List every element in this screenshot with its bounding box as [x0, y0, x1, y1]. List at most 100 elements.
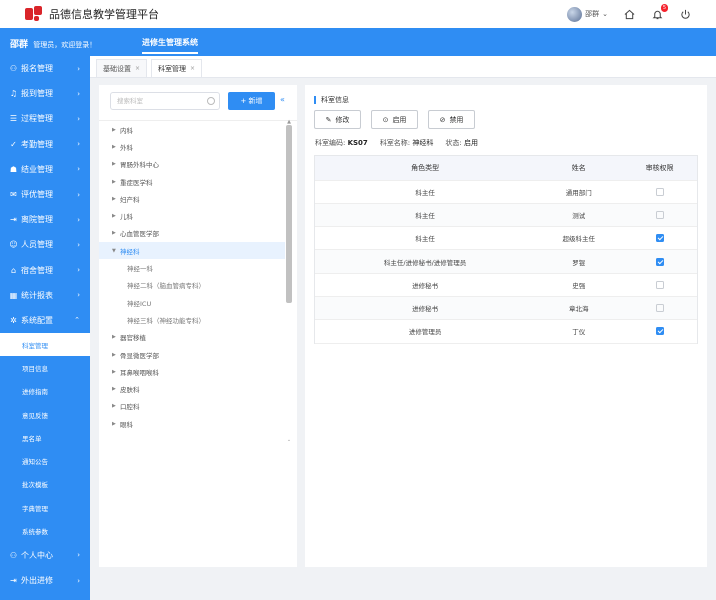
department-info-panel: 科室信息 ✎ 修改 ⊙ 启用 ⊘ 禁用 科室编码: KS07 科室名称: 神经科… [305, 85, 707, 567]
sidebar-item[interactable]: ▦ 统计报表 › [0, 283, 90, 308]
name-cell: 罗锟 [535, 249, 623, 274]
permission-cell [622, 249, 697, 274]
sidebar-item-label: 离院管理 [21, 215, 53, 225]
sidebar-item[interactable]: ✲ 系统配置 ⌃ [0, 308, 90, 333]
tree-node[interactable]: ▶ 内科 [99, 121, 285, 138]
sidebar-item[interactable]: ♫ 报到管理 › [0, 81, 90, 106]
sidebar-item[interactable]: ⇥ 离院管理 › [0, 207, 90, 232]
tree-leaf[interactable]: 神经二科（脑血管病专科） [99, 277, 285, 294]
notification-bell-icon[interactable]: 5 [650, 4, 668, 21]
permission-checkbox[interactable] [655, 280, 664, 289]
tab-department-management[interactable]: 科室管理 × [151, 59, 203, 77]
sidebar-subitem[interactable]: 意见反馈 [0, 403, 90, 426]
role-cell: 科主任 [315, 180, 536, 204]
tree-leaf[interactable]: 神经一科 [99, 259, 285, 276]
permission-checkbox[interactable] [655, 234, 664, 243]
scrollbar-thumb[interactable] [286, 125, 292, 303]
tree-node[interactable]: ▶ 重症医学科 [99, 173, 285, 190]
permission-checkbox[interactable] [655, 304, 664, 313]
sidebar-item[interactable]: ⚇ 报名管理 › [0, 56, 90, 81]
sidebar-subitem[interactable]: 系统参数 [0, 519, 90, 542]
enable-button[interactable]: ⊙ 启用 [371, 110, 418, 129]
department-tree: ▶ 内科 ▶ 外科 ▶ 胃肠外科中心 ▶ 重症医学科 ▶ 妇产科 ▶ 儿科 ▶ 心血管医学部 ▼ 神经科 神经一… [99, 121, 285, 432]
caret-right-icon: ▶ [112, 230, 116, 237]
sidebar-item[interactable]: ✉ 评优管理 › [0, 182, 90, 207]
sidebar-subitem[interactable]: 黑名单 [0, 426, 90, 449]
sidebar-item[interactable]: ⚇ 个人中心 › [0, 543, 90, 568]
sidebar-subitem[interactable]: 批次模板 [0, 473, 90, 496]
tree-node-label: 口腔科 [120, 403, 140, 412]
app-title: 品德信息教学管理平台 [49, 8, 159, 21]
tree-node[interactable]: ▶ 皮肤科 [99, 380, 285, 397]
sidebar-item[interactable]: ☰ 过程管理 › [0, 106, 90, 131]
table-row: 科主任 测试 [315, 203, 697, 228]
role-cell: 科主任/进修秘书/进修管理员 [315, 249, 536, 274]
close-icon[interactable]: × [190, 65, 195, 72]
chevron-right-icon: › [77, 266, 80, 275]
sidebar-subitem[interactable]: 通知公告 [0, 450, 90, 473]
tree-leaf[interactable]: 神经ICU [99, 294, 285, 311]
add-button[interactable]: + 新增 [228, 92, 275, 110]
scrollbar[interactable]: ▲ ⌄ [285, 119, 293, 443]
disable-button[interactable]: ⊘ 禁用 [428, 110, 475, 129]
user-name: 邵群 [585, 10, 600, 18]
name-cell: 史强 [535, 273, 623, 297]
system-tab[interactable]: 进修生管理系统 [142, 37, 198, 54]
search-input[interactable]: 搜索科室 [110, 92, 220, 110]
home-icon[interactable] [622, 7, 636, 21]
user-menu[interactable]: 邵群 ⌄ [567, 6, 608, 22]
search-placeholder: 搜索科室 [117, 97, 143, 105]
tree-node[interactable]: ▶ 眼科 [99, 415, 285, 432]
power-icon[interactable] [678, 7, 692, 21]
permission-cell [622, 319, 697, 344]
sidebar-subitem[interactable]: 项目信息 [0, 356, 90, 379]
caret-right-icon: ▶ [112, 386, 116, 393]
tree-node-label: 皮肤科 [120, 386, 140, 395]
chevron-right-icon: › [77, 89, 80, 98]
tab-basic-settings[interactable]: 基础设置 × [96, 59, 148, 77]
action-buttons: ✎ 修改 ⊙ 启用 ⊘ 禁用 [314, 110, 475, 129]
tree-node[interactable]: ▼ 神经科 [99, 242, 285, 260]
welcome-message: 管理员，欢迎登录！ [33, 41, 97, 49]
tree-node-label: 妇产科 [120, 195, 140, 204]
tree-node[interactable]: ▶ 儿科 [99, 207, 285, 224]
tree-node[interactable]: ▶ 耳鼻喉咽喉科 [99, 363, 285, 380]
edit-label: 修改 [335, 115, 350, 124]
tree-node[interactable]: ▶ 骨显微医学部 [99, 346, 285, 363]
banner-user: 邵群 [10, 40, 29, 50]
permission-checkbox[interactable] [655, 210, 664, 219]
scroll-down-icon[interactable]: ⌄ [285, 437, 293, 443]
permission-cell [622, 296, 697, 321]
close-icon[interactable]: × [135, 65, 140, 72]
tree-node[interactable]: ▶ 器官移植 [99, 329, 285, 346]
tree-node[interactable]: ▶ 心血管医学部 [99, 225, 285, 242]
sidebar-subitem[interactable]: 进修指南 [0, 380, 90, 403]
tree-node[interactable]: ▶ 外科 [99, 138, 285, 155]
sidebar-item[interactable]: ☗ 结业管理 › [0, 157, 90, 182]
tree-leaf[interactable]: 神经三科（神经功能专科） [99, 311, 285, 328]
tree-node-label: 外科 [120, 143, 133, 152]
home-icon: ⌂ [10, 265, 17, 275]
block-icon: ⊘ [439, 115, 446, 124]
sidebar-subitem[interactable]: 字典管理 [0, 496, 90, 519]
sidebar-item[interactable]: ⌂ 宿舍管理 › [0, 258, 90, 283]
permission-checkbox[interactable] [655, 187, 664, 196]
status-value: 启用 [464, 139, 478, 147]
tree-node[interactable]: ▶ 胃肠外科中心 [99, 156, 285, 173]
tree-node[interactable]: ▶ 妇产科 [99, 190, 285, 207]
chevron-right-icon: › [77, 140, 80, 149]
tree-node-label: 重症医学科 [120, 178, 153, 187]
chevron-right-icon: › [77, 291, 80, 300]
collapse-icon[interactable]: « [280, 95, 285, 104]
code-label: 科室编码: [315, 139, 346, 147]
sidebar-subitem[interactable]: 科室管理 [0, 333, 90, 357]
edit-button[interactable]: ✎ 修改 [314, 110, 361, 129]
sidebar-item[interactable]: ✓ 考勤管理 › [0, 132, 90, 157]
sidebar-item[interactable]: ☺ 人员管理 › [0, 232, 90, 257]
permission-checkbox[interactable] [655, 257, 664, 266]
permission-checkbox[interactable] [655, 327, 664, 336]
search-icon [207, 97, 215, 105]
sidebar-item-label: 宿舍管理 [21, 265, 53, 275]
tree-node[interactable]: ▶ 口腔科 [99, 398, 285, 415]
sidebar-item[interactable]: ⇥ 外出进修 › [0, 568, 90, 593]
